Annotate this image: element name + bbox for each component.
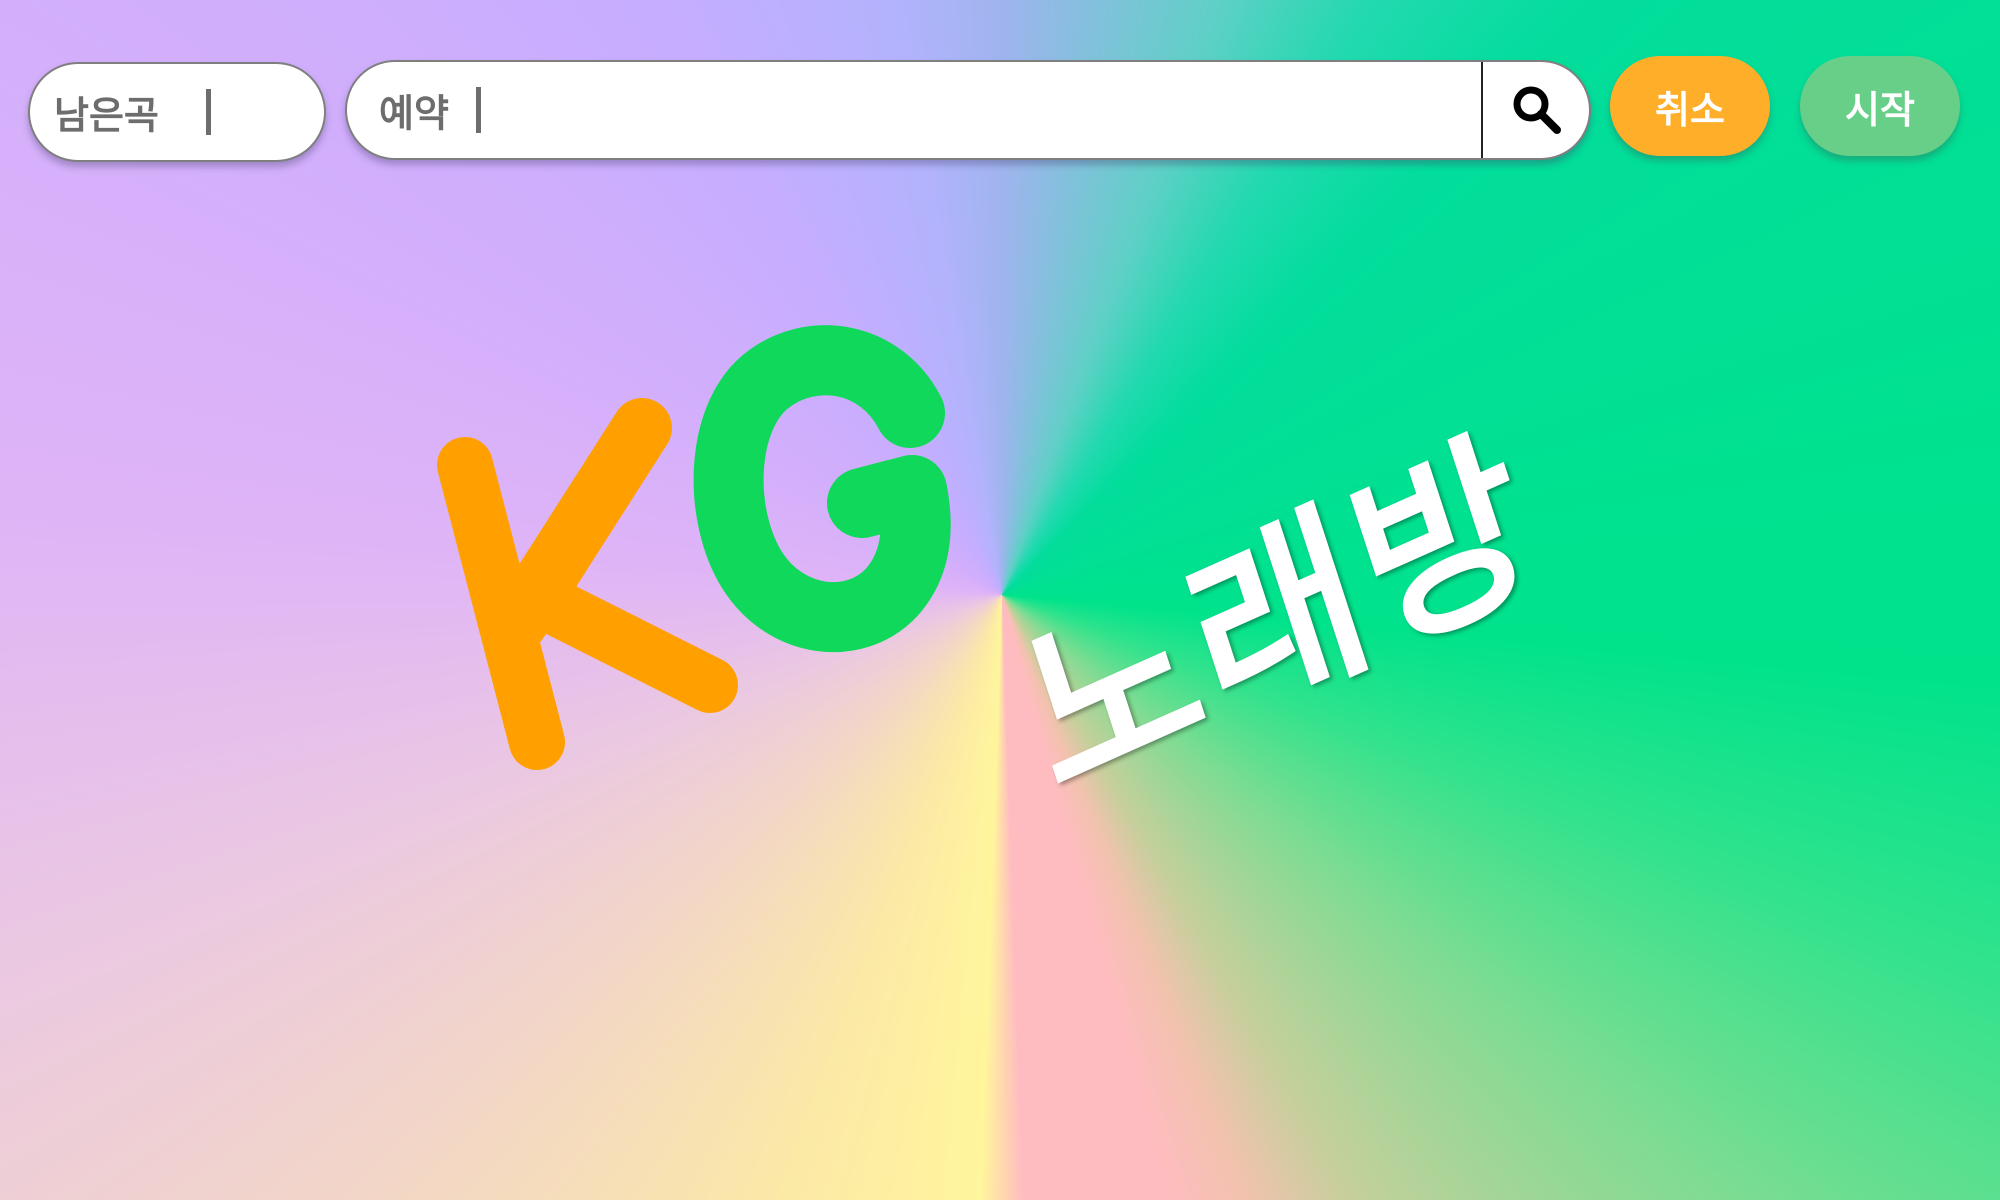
- remaining-songs-label: 남은곡: [54, 93, 159, 138]
- logo-letter-g: [693, 325, 951, 653]
- reservation-search-bar[interactable]: 예약: [345, 60, 1591, 160]
- reservation-label: 예약: [379, 91, 449, 136]
- brand-tagline: 노래방: [998, 401, 1563, 834]
- logo-letter-k: [437, 398, 738, 770]
- remaining-songs-caret: [206, 89, 211, 135]
- search-button[interactable]: [1483, 62, 1589, 158]
- cancel-button[interactable]: 취소: [1610, 56, 1770, 156]
- remaining-songs-field: 남은곡: [28, 62, 326, 162]
- reservation-caret: [476, 87, 481, 133]
- reservation-input[interactable]: [487, 62, 1417, 158]
- start-button[interactable]: 시작: [1800, 56, 1960, 156]
- search-icon: [1513, 86, 1561, 134]
